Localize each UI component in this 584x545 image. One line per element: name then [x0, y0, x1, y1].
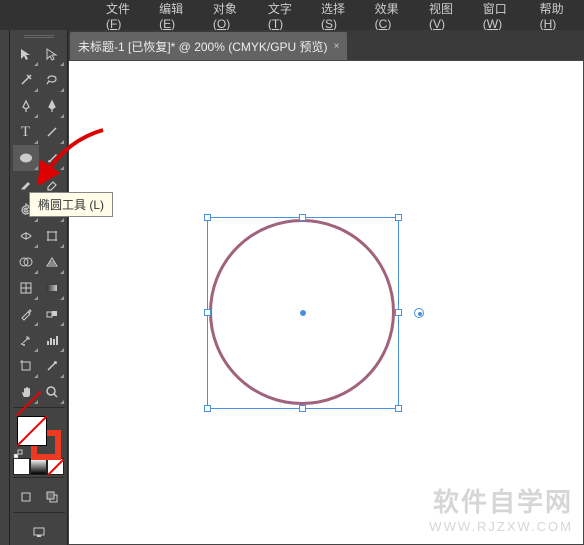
- eyedropper-tool[interactable]: [13, 301, 39, 327]
- tool-tooltip: 椭圆工具 (L): [29, 192, 113, 217]
- center-point-icon[interactable]: [300, 310, 306, 316]
- draw-normal-mode[interactable]: [13, 484, 39, 510]
- menu-view[interactable]: 视图(V): [423, 0, 473, 34]
- pie-widget-handle[interactable]: [414, 308, 424, 318]
- mesh-tool[interactable]: [13, 275, 39, 301]
- menu-object[interactable]: 对象(O): [207, 0, 258, 34]
- slice-tool[interactable]: [39, 353, 65, 379]
- blend-tool[interactable]: [39, 301, 65, 327]
- menu-type[interactable]: 文字(T): [262, 0, 311, 34]
- swap-fill-stroke-icon[interactable]: [13, 446, 23, 456]
- menu-window[interactable]: 窗口(W): [477, 0, 530, 34]
- document-tab[interactable]: 未标题-1 [已恢复]* @ 200% (CMYK/GPU 预览) ×: [70, 32, 347, 60]
- menu-bar: 文件(F) 编辑(E) 对象(O) 文字(T) 选择(S) 效果(C) 视图(V…: [0, 2, 584, 28]
- hand-tool[interactable]: [13, 379, 39, 405]
- paintbrush-tool[interactable]: [39, 145, 65, 171]
- toolbox-grip[interactable]: [15, 34, 63, 39]
- menu-help[interactable]: 帮助(H): [534, 0, 584, 34]
- gradient-tool[interactable]: [39, 275, 65, 301]
- fill-stroke-swatches[interactable]: [13, 414, 65, 456]
- shape-builder-tool[interactable]: [13, 249, 39, 275]
- magic-wand-tool[interactable]: [13, 67, 39, 93]
- handle-top-right[interactable]: [395, 214, 402, 221]
- width-tool[interactable]: [13, 223, 39, 249]
- ellipse-tool[interactable]: [13, 145, 39, 171]
- artboard-tool[interactable]: [13, 353, 39, 379]
- canvas[interactable]: 软件自学网 WWW.RJZXW.COM: [68, 60, 584, 545]
- menu-file[interactable]: 文件(F): [100, 0, 149, 34]
- direct-selection-tool[interactable]: [39, 41, 65, 67]
- curvature-tool[interactable]: [39, 93, 65, 119]
- document-tab-bar: 未标题-1 [已恢复]* @ 200% (CMYK/GPU 预览) ×: [68, 30, 584, 60]
- watermark-line1: 软件自学网: [429, 482, 573, 519]
- color-mode-none[interactable]: [47, 458, 64, 475]
- color-mode-solid[interactable]: [13, 458, 30, 475]
- handle-bottom-center[interactable]: [299, 405, 306, 412]
- selection-tool[interactable]: [13, 41, 39, 67]
- fill-swatch[interactable]: [17, 416, 47, 446]
- close-tab-icon[interactable]: ×: [334, 41, 340, 52]
- perspective-grid-tool[interactable]: [39, 249, 65, 275]
- type-tool[interactable]: T: [13, 119, 39, 145]
- draw-behind-mode[interactable]: [39, 484, 65, 510]
- pen-tool[interactable]: [13, 93, 39, 119]
- color-mode-row: [13, 458, 64, 475]
- handle-bottom-right[interactable]: [395, 405, 402, 412]
- document-title: 未标题-1 [已恢复]* @ 200% (CMYK/GPU 预览): [78, 38, 328, 55]
- zoom-tool[interactable]: [39, 379, 65, 405]
- symbol-sprayer-tool[interactable]: [13, 327, 39, 353]
- handle-top-left[interactable]: [204, 214, 211, 221]
- menu-select[interactable]: 选择(S): [315, 0, 365, 34]
- handle-bottom-left[interactable]: [204, 405, 211, 412]
- color-mode-gradient[interactable]: [30, 458, 47, 475]
- handle-mid-right[interactable]: [395, 309, 402, 316]
- toolbox: T: [10, 30, 68, 545]
- watermark-line2: WWW.RJZXW.COM: [429, 519, 573, 534]
- watermark: 软件自学网 WWW.RJZXW.COM: [429, 482, 573, 534]
- line-segment-tool[interactable]: [39, 119, 65, 145]
- menu-effect[interactable]: 效果(C): [369, 0, 419, 34]
- column-graph-tool[interactable]: [39, 327, 65, 353]
- screen-mode[interactable]: [26, 519, 52, 545]
- lasso-tool[interactable]: [39, 67, 65, 93]
- handle-mid-left[interactable]: [204, 309, 211, 316]
- handle-top-center[interactable]: [299, 214, 306, 221]
- selection-bounding-box[interactable]: [207, 217, 399, 409]
- menu-edit[interactable]: 编辑(E): [153, 0, 203, 34]
- free-transform-tool[interactable]: [39, 223, 65, 249]
- panel-dock-left[interactable]: [0, 30, 10, 545]
